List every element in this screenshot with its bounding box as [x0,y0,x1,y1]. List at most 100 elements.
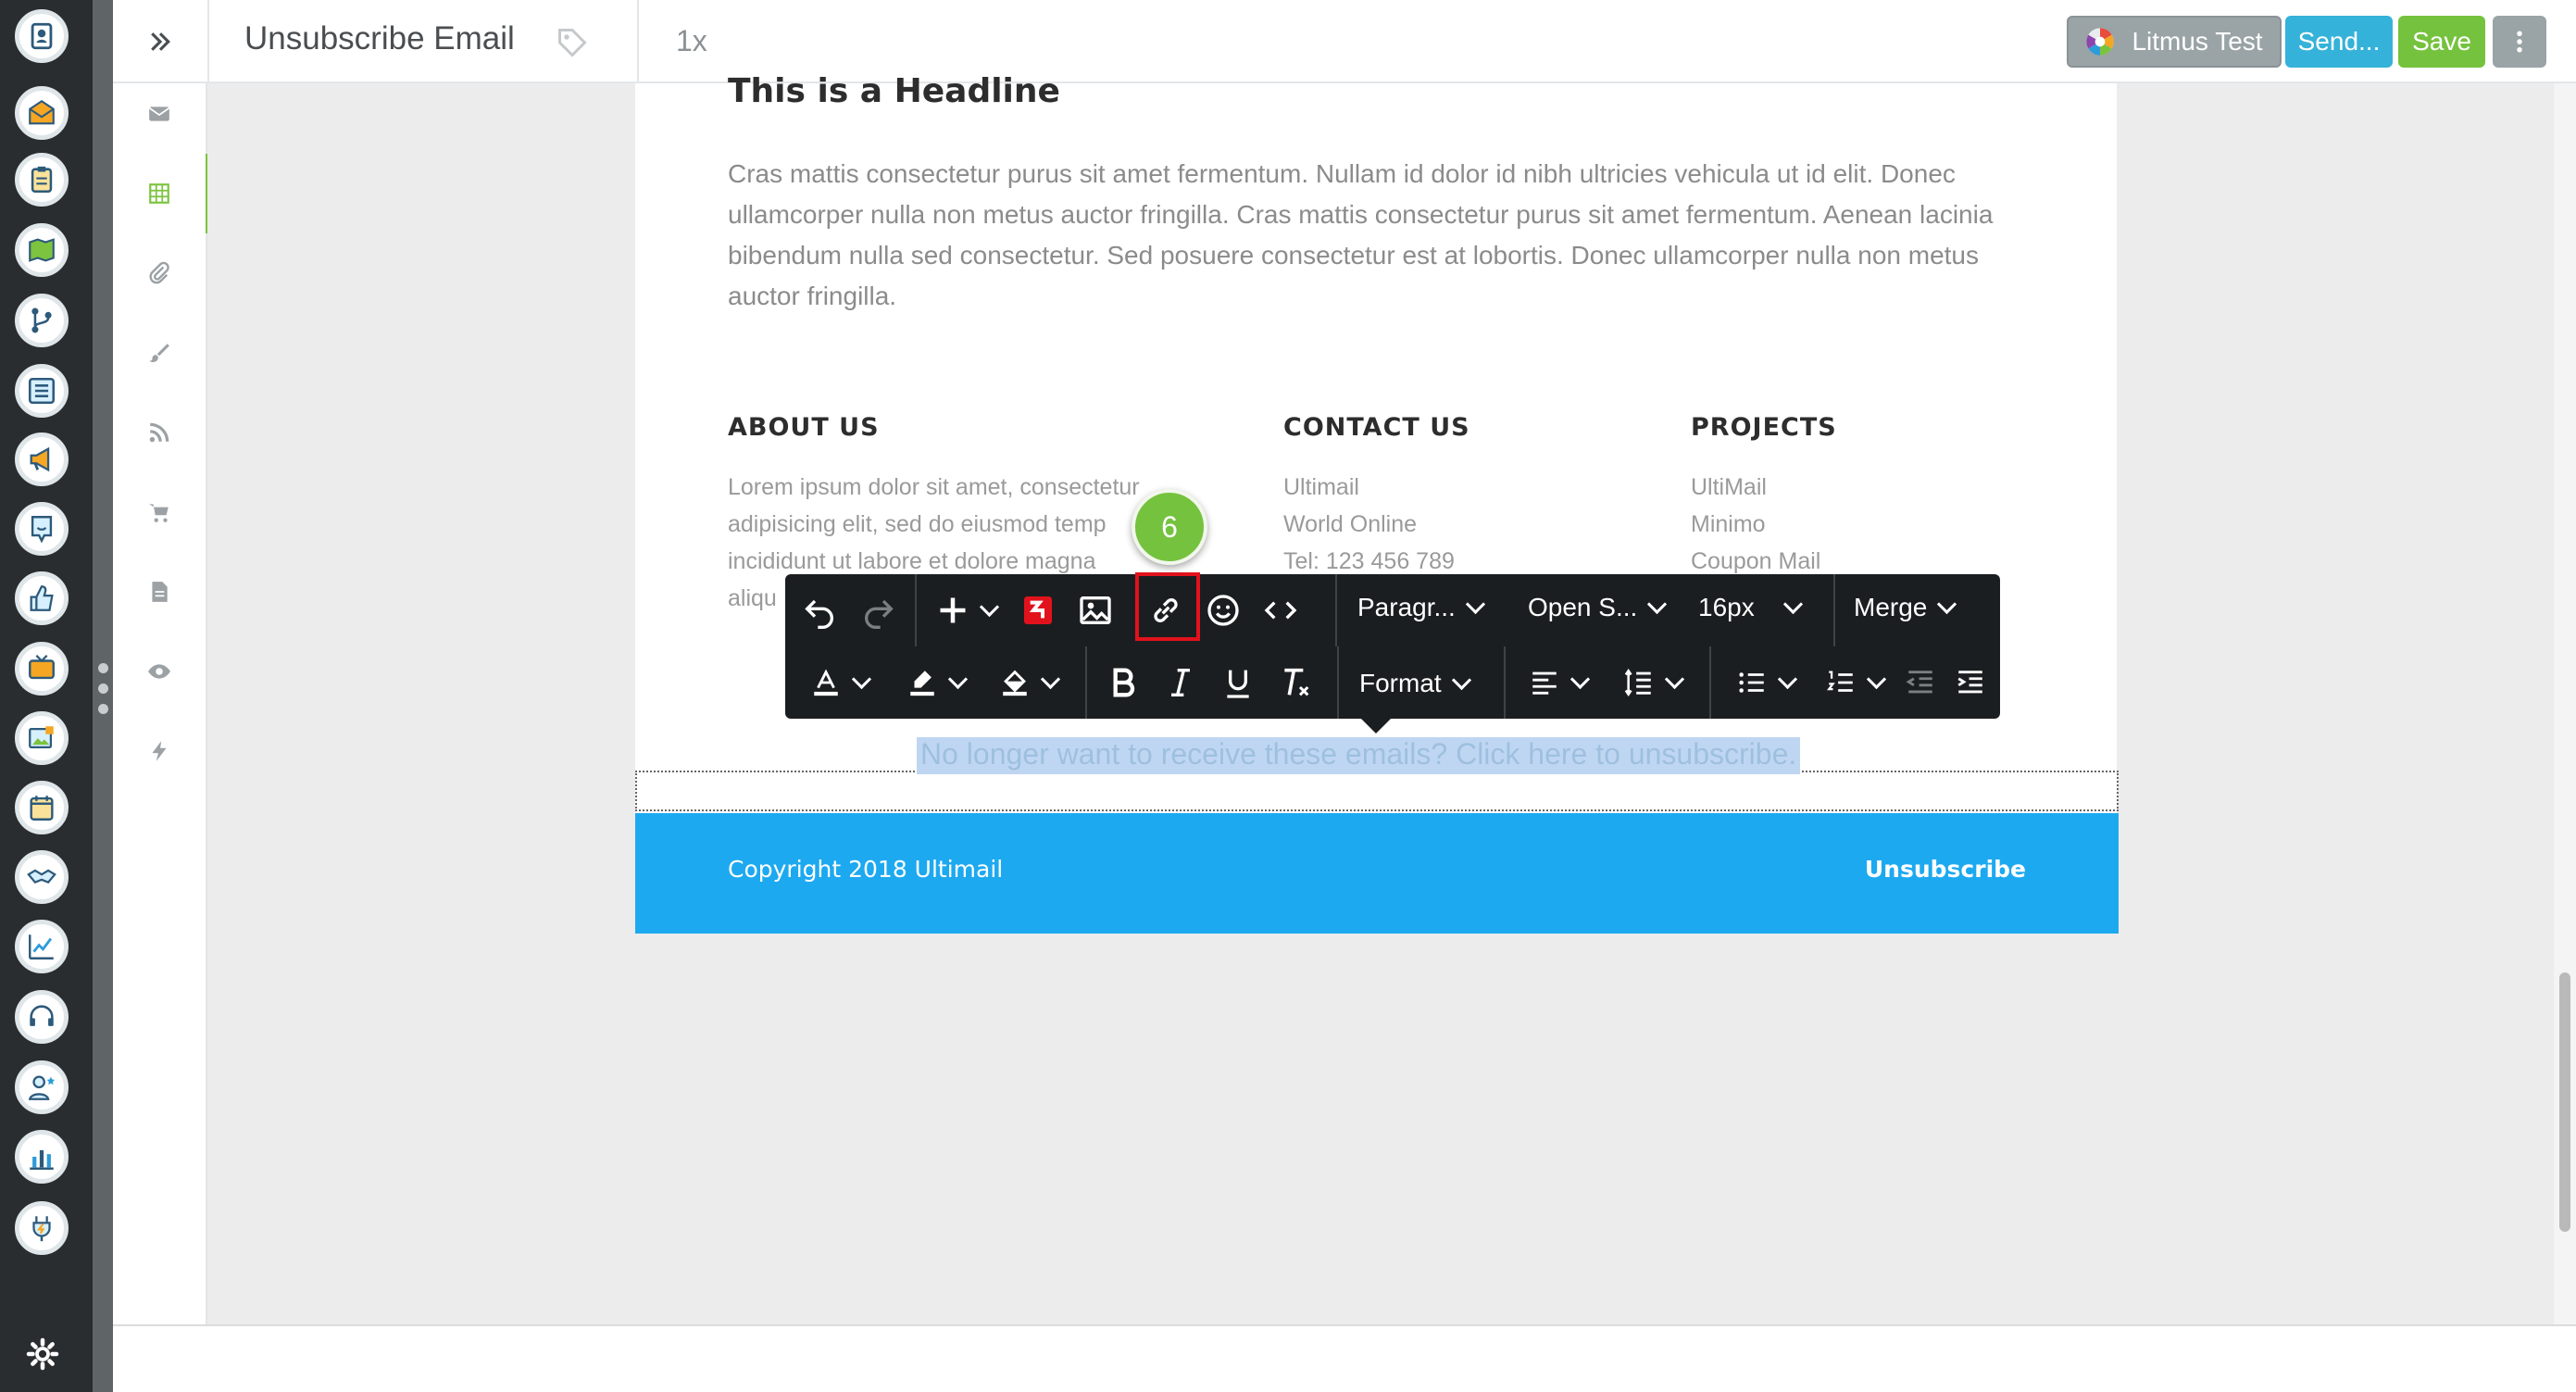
chevron-down-icon [979,596,999,617]
chat-icon[interactable] [15,502,69,556]
merge-tags-dropdown[interactable]: Merge [1854,593,1957,622]
bold-button[interactable] [1096,652,1150,713]
toolbar-separator [1833,574,1835,646]
zoom-level[interactable]: 1x [676,24,707,58]
paragraph-style-value: Paragr... [1357,593,1456,621]
email-headline[interactable]: This is a Headline [728,72,1060,110]
lightning-icon[interactable] [113,711,206,791]
emoji-button[interactable] [1196,580,1250,641]
paperclip-icon[interactable] [113,233,206,313]
save-button[interactable]: Save [2398,16,2485,68]
contact-line: World Online [1283,511,1418,537]
contact-us-text[interactable]: Ultimail World Online Tel: 123 456 789 [1283,469,1455,580]
code-view-button[interactable] [1254,580,1307,641]
tv-icon[interactable] [15,642,69,696]
thumbs-up-icon[interactable] [15,571,69,625]
eye-icon[interactable] [113,632,206,711]
projects-heading[interactable]: PROJECTS [1691,413,1837,442]
gear-icon[interactable] [26,1337,59,1371]
tag-icon[interactable] [556,26,589,59]
about-us-line: adipisicing elit, sed do eiusmod temp [728,511,1107,537]
toolbar-separator [915,574,917,646]
rss-icon[interactable] [113,393,206,472]
litmus-test-label: Litmus Test [2132,27,2263,56]
text-align-dropdown[interactable] [1511,652,1604,713]
image-icon[interactable] [15,711,69,765]
litmus-test-button[interactable]: Litmus Test [2067,16,2282,68]
redo-button[interactable] [852,580,906,641]
calendar-icon[interactable] [15,781,69,834]
clear-formatting-button[interactable] [1269,652,1322,713]
underline-button[interactable] [1211,652,1265,713]
envelope-icon[interactable] [113,74,206,154]
header-divider [637,0,639,83]
email-paragraph[interactable]: Cras mattis consectetur purus sit amet f… [728,154,2006,317]
footer-copyright[interactable]: Copyright 2018 Ultimail [728,856,1003,883]
undo-button[interactable] [793,580,846,641]
headset-icon[interactable] [15,990,69,1044]
megaphone-icon[interactable] [15,433,69,486]
list-icon[interactable] [15,364,69,418]
chevron-down-icon [1647,594,1668,614]
plus-icon [940,597,965,623]
contact-us-heading[interactable]: CONTACT US [1283,413,1470,442]
font-family-value: Open S... [1528,593,1638,621]
about-us-heading[interactable]: ABOUT US [728,413,880,442]
image-icon [1080,596,1111,624]
font-size-value: 16px [1698,593,1755,621]
toolbar-separator [1709,646,1711,719]
format-label: Format [1359,669,1442,697]
background-color-button[interactable] [982,652,1074,713]
more-options-button[interactable] [2493,16,2546,68]
unsubscribe-text-selected[interactable]: No longer want to receive these emails? … [917,737,1801,774]
send-button[interactable]: Send... [2285,16,2393,68]
cart-icon[interactable] [113,472,206,552]
brush-icon[interactable] [113,313,206,393]
expand-sidebar-button[interactable] [113,0,209,83]
plug-icon[interactable] [15,1201,69,1255]
footer-unsubscribe-link[interactable]: Unsubscribe [1865,856,2026,883]
projects-text[interactable]: UltiMail Minimo Coupon Mail [1691,469,1820,580]
indent-icon [1957,671,1982,694]
format-dropdown[interactable]: Format [1359,669,1471,698]
highlight-color-button[interactable] [889,652,982,713]
chevron-down-icon [1866,669,1886,689]
indent-button[interactable] [1946,652,1995,713]
chevron-down-icon [947,669,968,689]
outdent-button[interactable] [1896,652,1945,713]
map-icon[interactable] [15,223,69,277]
selected-text-block[interactable] [635,771,2119,811]
bar-chart-icon[interactable] [15,1130,69,1184]
layout-icon[interactable] [113,154,209,233]
toolbar-separator [1085,646,1087,719]
project-line: Minimo [1691,511,1766,537]
brand-plugin-button[interactable] [1011,580,1065,641]
italic-button[interactable] [1154,652,1207,713]
bullet-list-dropdown[interactable] [1719,652,1811,713]
app-navigation-rail [0,0,93,1392]
scrollbar-thumb[interactable] [2559,972,2570,1232]
bold-icon [1113,668,1135,697]
bottom-status-bar [113,1324,2576,1392]
line-height-dropdown[interactable] [1606,652,1698,713]
rail-resize-handle[interactable] [93,0,113,1392]
handshake-icon[interactable] [15,850,69,904]
font-family-dropdown[interactable]: Open S... [1528,593,1668,622]
chart-line-icon[interactable] [15,920,69,973]
clipboard-icon[interactable] [15,153,69,207]
insert-image-button[interactable] [1069,580,1122,641]
font-size-dropdown[interactable]: 16px [1698,593,1803,622]
toolbar-separator [1335,574,1337,646]
contacts-icon[interactable] [15,9,69,63]
text-color-button[interactable] [793,652,885,713]
user-star-icon[interactable] [15,1060,69,1114]
workflow-icon[interactable] [15,294,69,347]
page-title[interactable]: Unsubscribe Email [244,20,515,57]
numbered-list-dropdown[interactable] [1807,652,1900,713]
insert-button[interactable] [924,580,1007,641]
vertical-scrollbar[interactable] [2554,83,2576,1324]
document-icon[interactable] [113,552,206,632]
email-icon[interactable] [15,86,69,140]
toolbar-pointer [1359,717,1393,734]
paragraph-style-dropdown[interactable]: Paragr... [1357,593,1485,622]
